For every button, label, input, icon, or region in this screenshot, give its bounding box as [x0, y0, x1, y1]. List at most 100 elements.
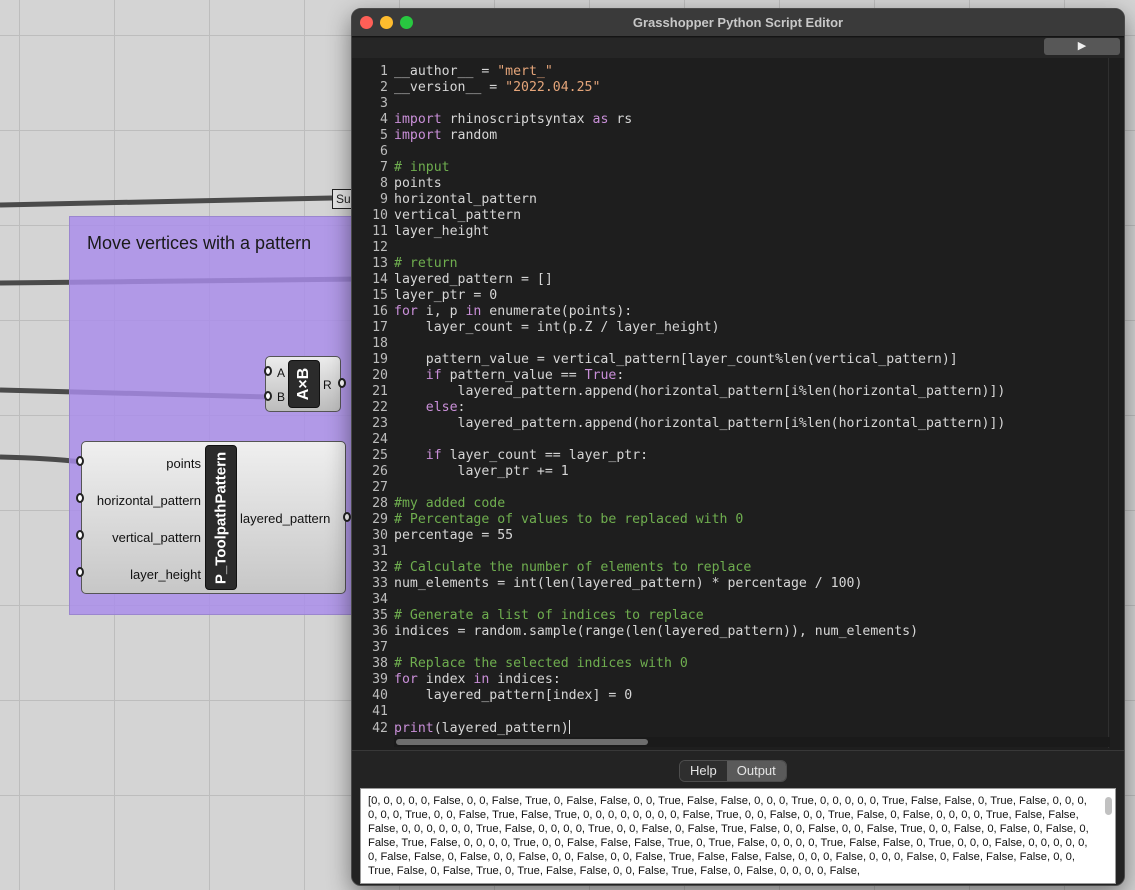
horizontal-scroll-thumb[interactable] — [396, 739, 648, 745]
code-line[interactable]: 25 if layer_count == layer_ptr: — [360, 448, 1100, 464]
output-layered-pattern-label: layered_pattern — [240, 511, 330, 526]
line-number: 26 — [360, 464, 388, 480]
line-number: 40 — [360, 688, 388, 704]
code-text: layered_pattern = [] — [394, 272, 553, 288]
line-number: 32 — [360, 560, 388, 576]
code-text: # Percentage of values to be replaced wi… — [394, 512, 743, 528]
code-line[interactable]: 32# Calculate the number of elements to … — [360, 560, 1100, 576]
code-line[interactable]: 7# input — [360, 160, 1100, 176]
code-line[interactable]: 8points — [360, 176, 1100, 192]
editor-horizontal-scrollbar[interactable] — [394, 737, 1110, 747]
axb-input-a-port[interactable] — [264, 366, 272, 376]
input-points-label: points — [166, 456, 201, 471]
code-line[interactable]: 17 layer_count = int(p.Z / layer_height) — [360, 320, 1100, 336]
code-text: for i, p in enumerate(points): — [394, 304, 632, 320]
line-number: 38 — [360, 656, 388, 672]
code-line[interactable]: 39for index in indices: — [360, 672, 1100, 688]
input-horizontal-pattern-port[interactable] — [76, 493, 84, 503]
code-line[interactable]: 16for i, p in enumerate(points): — [360, 304, 1100, 320]
line-number: 36 — [360, 624, 388, 640]
code-line[interactable]: 41 — [360, 704, 1100, 720]
line-number: 25 — [360, 448, 388, 464]
code-line[interactable]: 37 — [360, 640, 1100, 656]
code-line[interactable]: 30percentage = 55 — [360, 528, 1100, 544]
code-editor[interactable]: 1__author__ = "mert_"2__version__ = "202… — [360, 58, 1110, 748]
axb-input-b-port[interactable] — [264, 391, 272, 401]
run-script-button[interactable]: ▶ — [1044, 38, 1120, 55]
code-text: if layer_count == layer_ptr: — [394, 448, 648, 464]
code-line[interactable]: 27 — [360, 480, 1100, 496]
output-console[interactable]: [0, 0, 0, 0, 0, False, 0, 0, False, True… — [360, 788, 1116, 884]
code-text: __version__ = "2022.04.25" — [394, 80, 600, 96]
code-line[interactable]: 20 if pattern_value == True: — [360, 368, 1100, 384]
wire — [0, 198, 332, 205]
code-line[interactable]: 13# return — [360, 256, 1100, 272]
line-number: 19 — [360, 352, 388, 368]
code-text: import random — [394, 128, 497, 144]
code-line[interactable]: 31 — [360, 544, 1100, 560]
group-title: Move vertices with a pattern — [87, 233, 311, 254]
code-text: layered_pattern.append(horizontal_patter… — [394, 384, 1005, 400]
window-titlebar[interactable]: Grasshopper Python Script Editor — [352, 9, 1124, 37]
code-text: layered_pattern.append(horizontal_patter… — [394, 416, 1005, 432]
code-text: layer_ptr += 1 — [394, 464, 569, 480]
code-line[interactable]: 40 layered_pattern[index] = 0 — [360, 688, 1100, 704]
code-line[interactable]: 35# Generate a list of indices to replac… — [360, 608, 1100, 624]
code-line[interactable]: 28#my added code — [360, 496, 1100, 512]
code-text: pattern_value = vertical_pattern[layer_c… — [394, 352, 958, 368]
code-line[interactable]: 36indices = random.sample(range(len(laye… — [360, 624, 1100, 640]
code-line[interactable]: 4import rhinoscriptsyntax as rs — [360, 112, 1100, 128]
code-text: print(layered_pattern) — [394, 720, 570, 737]
script-editor-window[interactable]: Grasshopper Python Script Editor ▶ 1__au… — [351, 8, 1125, 886]
code-text: layer_height — [394, 224, 489, 240]
input-layer-height-port[interactable] — [76, 567, 84, 577]
input-vertical-pattern-port[interactable] — [76, 530, 84, 540]
multiplication-component[interactable]: A B A×B R — [265, 356, 341, 412]
line-number: 33 — [360, 576, 388, 592]
code-line[interactable]: 42print(layered_pattern) — [360, 720, 1100, 736]
code-line[interactable]: 1__author__ = "mert_" — [360, 64, 1100, 80]
code-line[interactable]: 15layer_ptr = 0 — [360, 288, 1100, 304]
input-vertical-pattern-label: vertical_pattern — [112, 530, 201, 545]
code-line[interactable]: 10vertical_pattern — [360, 208, 1100, 224]
line-number: 29 — [360, 512, 388, 528]
tab-help[interactable]: Help — [680, 761, 727, 781]
window-title: Grasshopper Python Script Editor — [352, 15, 1124, 30]
line-number: 9 — [360, 192, 388, 208]
line-number: 21 — [360, 384, 388, 400]
code-line[interactable]: 19 pattern_value = vertical_pattern[laye… — [360, 352, 1100, 368]
code-line[interactable]: 26 layer_ptr += 1 — [360, 464, 1100, 480]
input-points-port[interactable] — [76, 456, 84, 466]
input-horizontal-pattern-label: horizontal_pattern — [97, 493, 201, 508]
code-line[interactable]: 2__version__ = "2022.04.25" — [360, 80, 1100, 96]
code-line[interactable]: 21 layered_pattern.append(horizontal_pat… — [360, 384, 1100, 400]
code-line[interactable]: 24 — [360, 432, 1100, 448]
tab-output[interactable]: Output — [727, 761, 786, 781]
code-line[interactable]: 23 layered_pattern.append(horizontal_pat… — [360, 416, 1100, 432]
output-scroll-thumb[interactable] — [1105, 797, 1112, 815]
code-line[interactable]: 22 else: — [360, 400, 1100, 416]
code-text: else: — [394, 400, 465, 416]
code-line[interactable]: 34 — [360, 592, 1100, 608]
code-line[interactable]: 18 — [360, 336, 1100, 352]
code-line[interactable]: 11layer_height — [360, 224, 1100, 240]
line-number: 17 — [360, 320, 388, 336]
output-layered-pattern-port[interactable] — [343, 512, 351, 522]
python-script-component[interactable]: points horizontal_pattern vertical_patte… — [81, 441, 346, 594]
code-line[interactable]: 38# Replace the selected indices with 0 — [360, 656, 1100, 672]
code-line[interactable]: 33num_elements = int(len(layered_pattern… — [360, 576, 1100, 592]
code-line[interactable]: 3 — [360, 96, 1100, 112]
code-text: percentage = 55 — [394, 528, 513, 544]
code-line[interactable]: 6 — [360, 144, 1100, 160]
code-text: # return — [394, 256, 458, 272]
line-number: 37 — [360, 640, 388, 656]
editor-toolbar: ▶ — [352, 38, 1124, 58]
code-line[interactable]: 12 — [360, 240, 1100, 256]
code-line[interactable]: 5import random — [360, 128, 1100, 144]
code-text: for index in indices: — [394, 672, 561, 688]
code-line[interactable]: 14layered_pattern = [] — [360, 272, 1100, 288]
panel-tab-switcher[interactable]: Help Output — [679, 760, 787, 782]
code-line[interactable]: 9horizontal_pattern — [360, 192, 1100, 208]
axb-output-port[interactable] — [338, 378, 346, 388]
code-line[interactable]: 29 # Percentage of values to be replaced … — [360, 512, 1100, 528]
